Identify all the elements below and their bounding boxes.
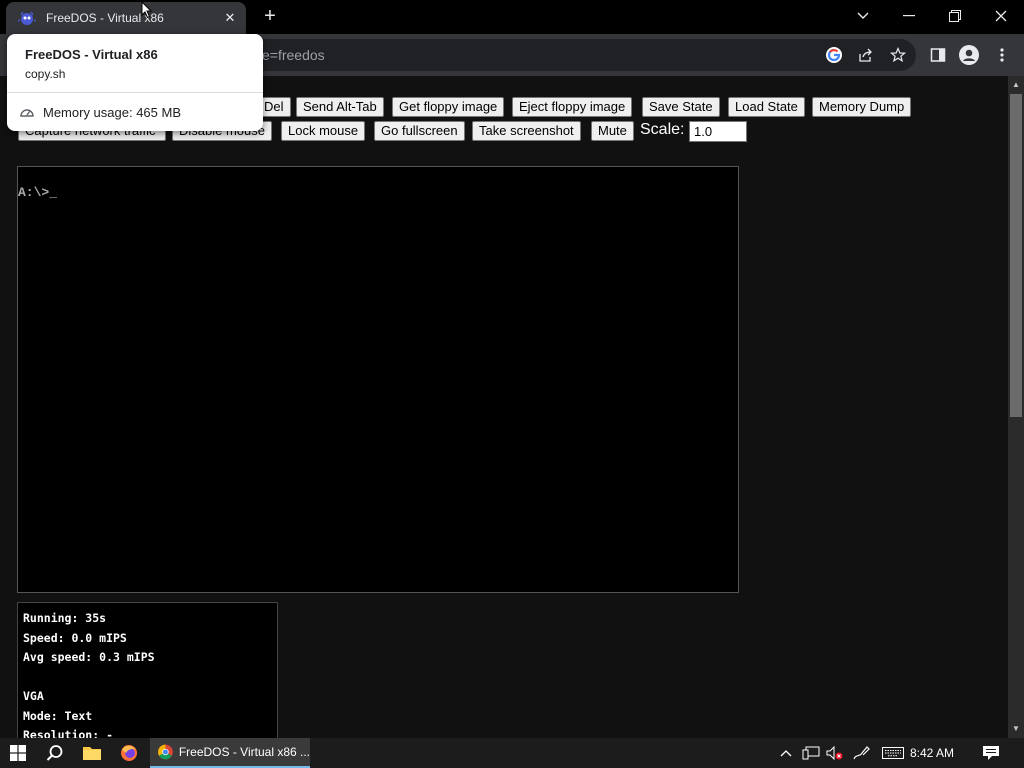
close-window-button[interactable] [978, 0, 1024, 32]
load-state-button[interactable]: Load State [728, 97, 805, 117]
browser-tab[interactable]: FreeDOS - Virtual x86 ✕ [6, 2, 246, 34]
emulator-screen[interactable]: A:\>_ [17, 166, 739, 593]
stats-panel: Running: 35s Speed: 0.0 mIPS Avg speed: … [17, 602, 278, 742]
new-tab-button[interactable]: + [259, 5, 281, 27]
notification-icon [983, 746, 999, 760]
mouse-cursor-icon [141, 1, 153, 19]
windows-logo-icon [10, 745, 26, 761]
side-panel-icon[interactable] [928, 45, 948, 65]
scroll-up-icon[interactable]: ▲ [1008, 78, 1024, 92]
hover-card-url: copy.sh [25, 67, 66, 81]
network-icon [802, 746, 820, 760]
get-floppy-image-button[interactable]: Get floppy image [392, 97, 505, 117]
google-lens-icon[interactable] [824, 45, 844, 65]
taskbar-app-label: FreeDOS - Virtual x86 ... [178, 745, 310, 759]
scroll-thumb[interactable] [1010, 94, 1022, 417]
menu-kebab-icon[interactable] [992, 45, 1012, 65]
chrome-icon [158, 744, 173, 760]
send-alt-tab-button[interactable]: Send Alt-Tab [296, 97, 384, 117]
start-button[interactable] [0, 738, 36, 768]
pen-icon [853, 746, 870, 760]
save-state-button[interactable]: Save State [642, 97, 720, 117]
dos-prompt: A:\>_ [18, 185, 58, 200]
tab-hover-card: FreeDOS - Virtual x86 copy.sh Memory usa… [7, 34, 263, 131]
stat-vga-heading: VGA [23, 689, 44, 703]
freedos-favicon-icon [17, 9, 37, 27]
file-explorer-button[interactable] [74, 738, 110, 768]
scroll-down-icon[interactable]: ▼ [1008, 722, 1024, 736]
page-scrollbar[interactable]: ▲ ▼ [1008, 76, 1024, 738]
take-screenshot-button[interactable]: Take screenshot [472, 121, 581, 141]
folder-icon [83, 747, 101, 760]
speaker-muted-icon [826, 746, 843, 760]
firefox-icon [121, 745, 137, 761]
address-text[interactable]: e=freedos [262, 47, 325, 63]
tab-search-button[interactable] [840, 0, 886, 32]
search-taskbar-button[interactable] [37, 738, 73, 768]
tab-close-icon[interactable]: ✕ [222, 10, 238, 26]
minimize-button[interactable] [886, 0, 932, 32]
chevron-up-icon [780, 750, 792, 757]
share-icon[interactable] [856, 45, 876, 65]
stat-speed: Speed: 0.0 mIPS [23, 630, 127, 645]
stat-running: Running: 35s [23, 611, 107, 625]
notifications-button[interactable] [980, 738, 1002, 768]
taskbar-chrome-app[interactable]: FreeDOS - Virtual x86 ... [150, 738, 310, 768]
tab-strip: FreeDOS - Virtual x86 ✕ + [0, 0, 1024, 34]
taskbar-clock[interactable]: 8:42 AM [910, 746, 954, 760]
hover-card-memory: Memory usage: 465 MB [43, 104, 182, 120]
pen-tray-button[interactable] [850, 738, 872, 768]
bookmark-star-icon[interactable] [888, 45, 908, 65]
scale-input[interactable]: 1.0 [689, 121, 747, 142]
hover-card-title: FreeDOS - Virtual x86 [25, 47, 158, 62]
memory-dump-button[interactable]: Memory Dump [812, 97, 912, 117]
stat-avg-speed: Avg speed: 0.3 mIPS [23, 650, 155, 664]
mute-button[interactable]: Mute [591, 121, 634, 141]
network-tray-button[interactable] [800, 738, 822, 768]
profile-avatar-icon[interactable] [959, 45, 979, 65]
taskbar: FreeDOS - Virtual x86 ... 8:42 AM [0, 738, 1024, 768]
memory-gauge-icon [20, 109, 34, 117]
keyboard-icon [882, 747, 904, 759]
firefox-button[interactable] [111, 738, 147, 768]
tab-title: FreeDOS - Virtual x86 [46, 11, 164, 25]
eject-floppy-image-button[interactable]: Eject floppy image [512, 97, 633, 117]
go-fullscreen-button[interactable]: Go fullscreen [374, 121, 465, 141]
stat-mode: Mode: Text [23, 708, 93, 723]
show-hidden-icons-button[interactable] [776, 738, 796, 768]
scale-label: Scale: [640, 121, 685, 138]
restore-button[interactable] [932, 0, 978, 32]
hover-card-divider [7, 92, 263, 93]
search-icon [46, 745, 63, 761]
volume-tray-button[interactable] [824, 738, 846, 768]
lock-mouse-button[interactable]: Lock mouse [281, 121, 366, 141]
keyboard-tray-button[interactable] [880, 738, 906, 768]
